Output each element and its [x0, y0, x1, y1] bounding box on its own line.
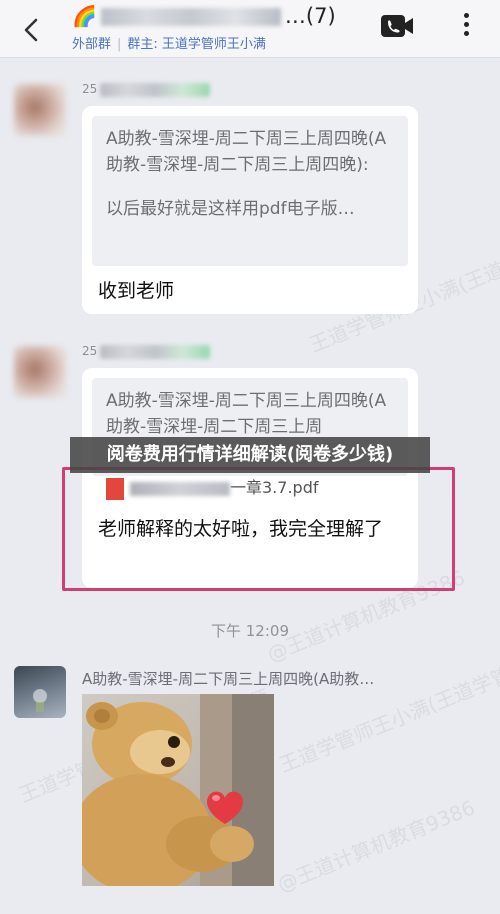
quote-text-continued: 以后最好就是这样用pdf电子版…	[106, 199, 355, 219]
blurred-sender-name	[100, 83, 210, 97]
sender-name: 25	[82, 82, 98, 96]
avatar[interactable]	[14, 666, 66, 718]
quoted-message[interactable]: A助教-雪深埋-周二下周三上周四晚(A助教-雪深埋-周二下周三上周四晚): 以后…	[92, 116, 408, 266]
article-title-banner: 阅卷费用行情详细解读(阅卷多少钱)	[70, 437, 430, 473]
watermark-text: @王道计算机教育9386	[273, 795, 479, 897]
message-bubble[interactable]: A助教-雪深埋-周二下周三上周四晚(A助教-雪深埋-周二下周三上周四晚): 以后…	[82, 106, 418, 314]
quote-text: A助教-雪深埋-周二下周三上周四晚(A助教-雪深埋-周二下周三上周四晚):	[106, 129, 387, 175]
blurred-sender-name	[100, 345, 210, 359]
blurred-group-name	[100, 8, 281, 26]
external-group-tag: 外部群	[72, 37, 112, 52]
group-owner-label: 群主: 王道学管师王小满	[127, 37, 266, 52]
chat-header: 🌈 …(7) 外部群 | 群主: 王道学管师王小满	[0, 0, 500, 58]
member-count: …(7)	[284, 4, 336, 28]
back-arrow-icon[interactable]	[16, 14, 48, 46]
rainbow-emoji: 🌈	[72, 4, 97, 28]
timestamp: 下午 12:09	[211, 622, 289, 640]
video-call-icon[interactable]	[380, 12, 414, 40]
avatar[interactable]	[14, 84, 66, 136]
sender-name: 25	[82, 344, 98, 358]
message-text: 收到老师	[98, 280, 175, 302]
teddy-bear-photo[interactable]	[82, 694, 274, 886]
more-options-icon[interactable]	[458, 10, 474, 42]
subtitle-divider: |	[117, 37, 122, 52]
quote-text: A助教-雪深埋-周二下周三上周四晚(A助教-雪深埋-周二下周三上周	[106, 391, 387, 437]
chat-subtitle: 外部群 | 群主: 王道学管师王小满	[72, 33, 266, 52]
chat-title: 🌈 …(7)	[72, 4, 372, 30]
highlight-frame	[62, 467, 455, 591]
sender-name: A助教-雪深埋-周二下周三上周四晚(A助教…	[82, 670, 375, 688]
avatar[interactable]	[14, 346, 66, 398]
